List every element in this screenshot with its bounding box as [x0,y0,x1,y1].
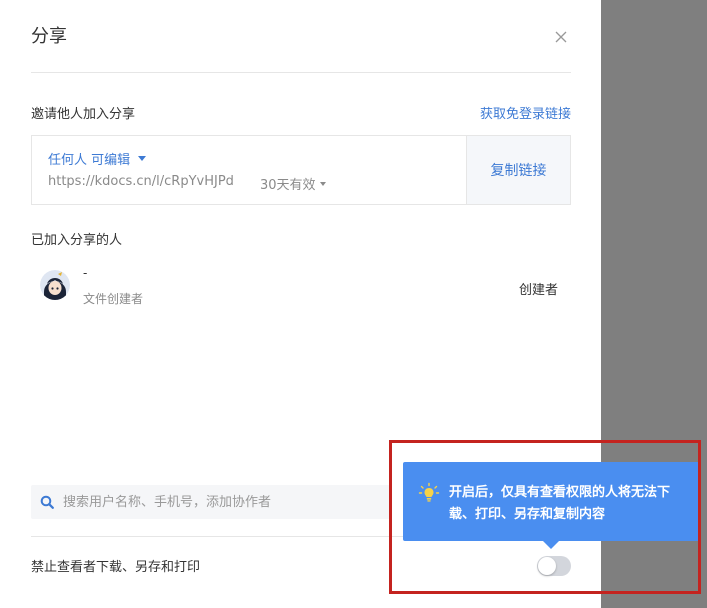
copy-link-button[interactable]: 复制链接 [466,136,570,204]
close-button[interactable] [552,28,570,46]
caret-down-icon [319,181,326,186]
search-input[interactable] [61,493,365,511]
member-role: 创建者 [519,283,559,298]
avatar [40,270,70,300]
permission-dropdown[interactable]: 任何人 可编辑 [48,149,147,168]
expiry-label: 30天有效 [260,178,316,193]
user-avatar-icon [40,270,70,300]
restriction-label: 禁止查看者下载、另存和打印 [31,560,201,575]
free-login-link[interactable]: 获取免登录链接 [480,103,571,122]
toggle-knob [538,557,556,575]
member-subtitle: 文件创建者 [83,292,144,306]
members-label: 已加入分享的人 [31,233,123,248]
search-icon [39,494,55,510]
watermark-text: 大数跨境 [36,589,89,604]
tooltip-arrow [543,541,559,549]
invite-label: 邀请他人加入分享 [31,107,136,122]
tooltip: 开启后，仅具有查看权限的人将无法下载、打印、另存和复制内容 [403,462,699,549]
tooltip-text: 开启后，仅具有查看权限的人将无法下载、打印、另存和复制内容 [449,485,671,522]
header-divider [31,72,571,73]
permission-label: 任何人 可编辑 [48,153,131,168]
caret-down-icon [138,156,147,161]
member-name: - [83,266,88,280]
close-icon[interactable] [555,31,567,43]
dialog-title: 分享 [31,26,67,47]
watermark-logo-icon [8,589,32,601]
watermark: 大数跨境 [6,585,88,604]
share-link-box: 任何人 可编辑 https://kdocs.cn/l/cRpYvHJPd 30天… [31,135,571,205]
restriction-toggle[interactable] [537,556,571,576]
share-url: https://kdocs.cn/l/cRpYvHJPd [48,174,234,189]
search-bar[interactable] [31,485,391,519]
expiry-dropdown[interactable]: 30天有效 [260,174,326,193]
lightbulb-icon [418,482,440,502]
